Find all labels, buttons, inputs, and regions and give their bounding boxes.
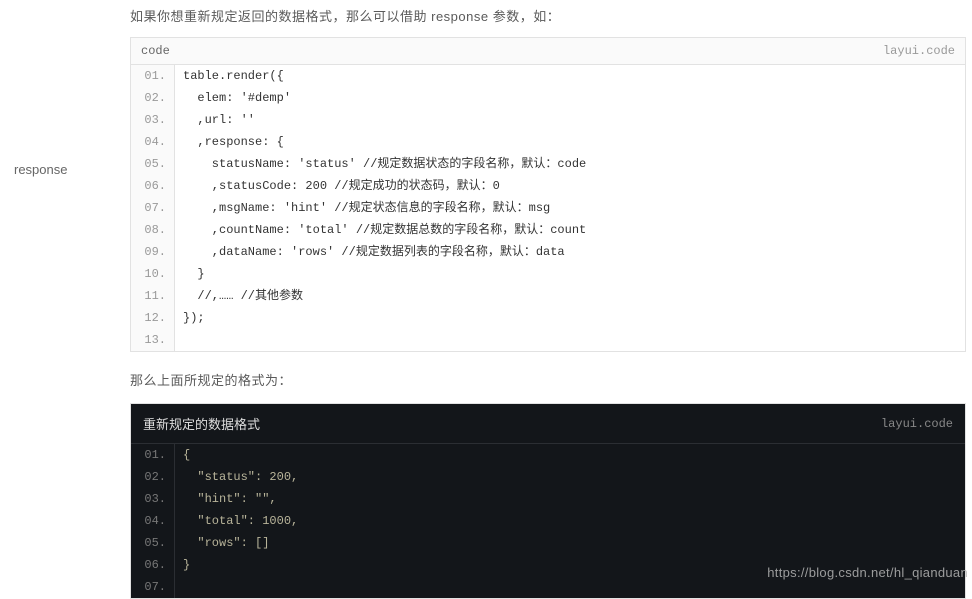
line-content: {	[175, 444, 190, 466]
code-body: 01.table.render({02. elem: '#demp'03. ,u…	[131, 65, 965, 351]
code-line: 01.table.render({	[131, 65, 965, 87]
line-number: 06.	[131, 554, 175, 576]
line-content: table.render({	[175, 65, 284, 87]
line-number: 10.	[131, 263, 175, 285]
line-content	[175, 329, 183, 351]
line-content: elem: '#demp'	[175, 87, 291, 109]
code-line: 04. "total": 1000,	[131, 510, 965, 532]
line-number: 01.	[131, 444, 175, 466]
line-content: ,dataName: 'rows' //规定数据列表的字段名称，默认：data	[175, 241, 565, 263]
line-number: 01.	[131, 65, 175, 87]
code-body-dark: 01.{02. "status": 200,03. "hint": "",04.…	[131, 444, 965, 598]
line-number: 04.	[131, 510, 175, 532]
code-line: 07. ,msgName: 'hint' //规定状态信息的字段名称，默认：ms…	[131, 197, 965, 219]
line-number: 04.	[131, 131, 175, 153]
code-title: code	[141, 44, 170, 58]
code-line: 12.});	[131, 307, 965, 329]
code-line: 05. statusName: 'status' //规定数据状态的字段名称，默…	[131, 153, 965, 175]
code-line: 09. ,dataName: 'rows' //规定数据列表的字段名称，默认：d…	[131, 241, 965, 263]
main-content: 如果你想重新规定返回的数据格式，那么可以借助 response 参数，如： co…	[130, 0, 972, 596]
line-content: ,statusCode: 200 //规定成功的状态码，默认：0	[175, 175, 500, 197]
line-number: 13.	[131, 329, 175, 351]
line-number: 07.	[131, 197, 175, 219]
code-line: 04. ,response: {	[131, 131, 965, 153]
code-title-dark: 重新规定的数据格式	[143, 414, 260, 433]
code-line: 13.	[131, 329, 965, 351]
line-number: 05.	[131, 532, 175, 554]
sidebar: response	[0, 0, 130, 596]
line-number: 02.	[131, 87, 175, 109]
line-content: }	[175, 554, 190, 576]
code-line: 01.{	[131, 444, 965, 466]
code-line: 06. ,statusCode: 200 //规定成功的状态码，默认：0	[131, 175, 965, 197]
line-number: 03.	[131, 109, 175, 131]
line-content: ,msgName: 'hint' //规定状态信息的字段名称，默认：msg	[175, 197, 550, 219]
code-line: 02. "status": 200,	[131, 466, 965, 488]
sidebar-label: response	[14, 162, 130, 177]
line-content: "rows": []	[175, 532, 269, 554]
code-line: 11. //,…… //其他参数	[131, 285, 965, 307]
code-block-dark: 重新规定的数据格式 layui.code 01.{02. "status": 2…	[130, 403, 966, 599]
code-line: 06.}	[131, 554, 965, 576]
code-badge-dark: layui.code	[881, 417, 953, 431]
line-number: 11.	[131, 285, 175, 307]
line-number: 07.	[131, 576, 175, 598]
code-line: 03. "hint": "",	[131, 488, 965, 510]
line-content: //,…… //其他参数	[175, 285, 303, 307]
code-header-dark: 重新规定的数据格式 layui.code	[131, 404, 965, 444]
code-line: 08. ,countName: 'total' //规定数据总数的字段名称，默认…	[131, 219, 965, 241]
code-block-light: code layui.code 01.table.render({02. ele…	[130, 37, 966, 352]
line-content: "status": 200,	[175, 466, 298, 488]
line-content: "total": 1000,	[175, 510, 298, 532]
code-line: 10. }	[131, 263, 965, 285]
line-content: ,url: ''	[175, 109, 255, 131]
code-line: 03. ,url: ''	[131, 109, 965, 131]
line-number: 02.	[131, 466, 175, 488]
line-number: 09.	[131, 241, 175, 263]
line-content	[175, 576, 183, 598]
line-content: }	[175, 263, 205, 285]
code-line: 05. "rows": []	[131, 532, 965, 554]
intro-text: 如果你想重新规定返回的数据格式，那么可以借助 response 参数，如：	[130, 0, 966, 37]
mid-text: 那么上面所规定的格式为：	[130, 370, 966, 403]
line-content: statusName: 'status' //规定数据状态的字段名称，默认：co…	[175, 153, 586, 175]
code-line: 07.	[131, 576, 965, 598]
line-content: ,countName: 'total' //规定数据总数的字段名称，默认：cou…	[175, 219, 586, 241]
line-number: 06.	[131, 175, 175, 197]
code-header: code layui.code	[131, 38, 965, 65]
line-number: 05.	[131, 153, 175, 175]
line-content: ,response: {	[175, 131, 284, 153]
code-badge: layui.code	[883, 44, 955, 58]
line-content: });	[175, 307, 205, 329]
line-number: 12.	[131, 307, 175, 329]
line-number: 03.	[131, 488, 175, 510]
line-number: 08.	[131, 219, 175, 241]
line-content: "hint": "",	[175, 488, 277, 510]
code-line: 02. elem: '#demp'	[131, 87, 965, 109]
